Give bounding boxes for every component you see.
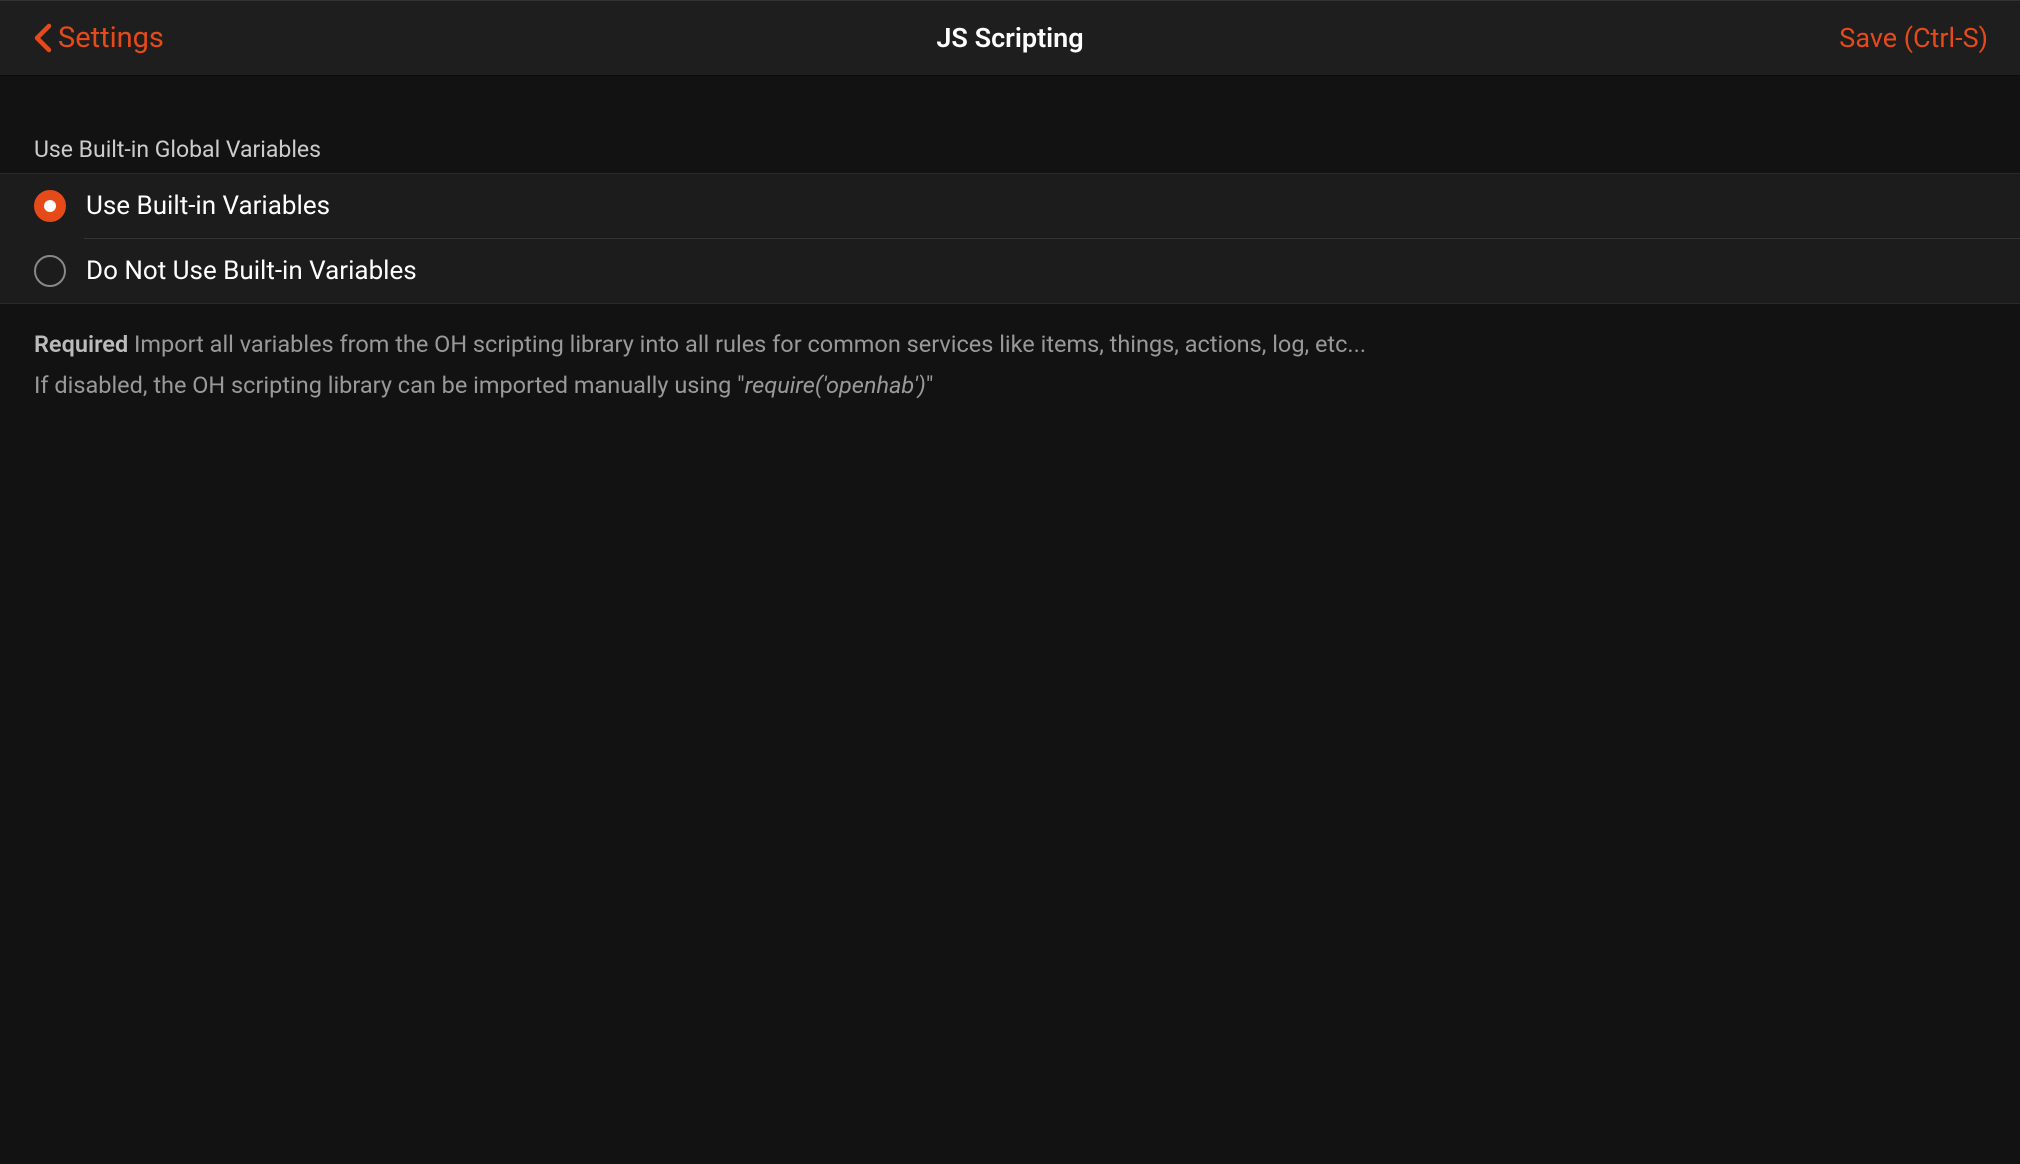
description-line1: Required Import all variables from the O… <box>34 324 1986 365</box>
radio-icon <box>34 190 66 222</box>
page-title: JS Scripting <box>936 22 1083 54</box>
description-line2: If disabled, the OH scripting library ca… <box>34 365 1986 406</box>
back-label: Settings <box>58 21 164 55</box>
description-line2-prefix: If disabled, the OH scripting library ca… <box>34 371 745 399</box>
required-label: Required <box>34 330 128 358</box>
radio-label: Do Not Use Built-in Variables <box>86 256 417 286</box>
save-button[interactable]: Save (Ctrl-S) <box>1839 22 1988 54</box>
radio-label: Use Built-in Variables <box>86 191 330 221</box>
back-button[interactable]: Settings <box>32 21 164 55</box>
description-line2-suffix: " <box>926 371 934 399</box>
description-text: Required Import all variables from the O… <box>0 304 2020 426</box>
description-line1-rest: Import all variables from the OH scripti… <box>128 330 1366 358</box>
group-title: Use Built-in Global Variables <box>0 136 2020 173</box>
header: Settings JS Scripting Save (Ctrl-S) <box>0 0 2020 76</box>
radio-option-use-builtin[interactable]: Use Built-in Variables <box>0 174 2020 238</box>
radio-group: Use Built-in Variables Do Not Use Built-… <box>0 173 2020 304</box>
content-area: Use Built-in Global Variables Use Built-… <box>0 76 2020 426</box>
radio-icon <box>34 255 66 287</box>
description-line2-italic: require('openhab') <box>745 371 926 399</box>
radio-option-do-not-use[interactable]: Do Not Use Built-in Variables <box>0 239 2020 303</box>
chevron-left-icon <box>32 23 54 53</box>
